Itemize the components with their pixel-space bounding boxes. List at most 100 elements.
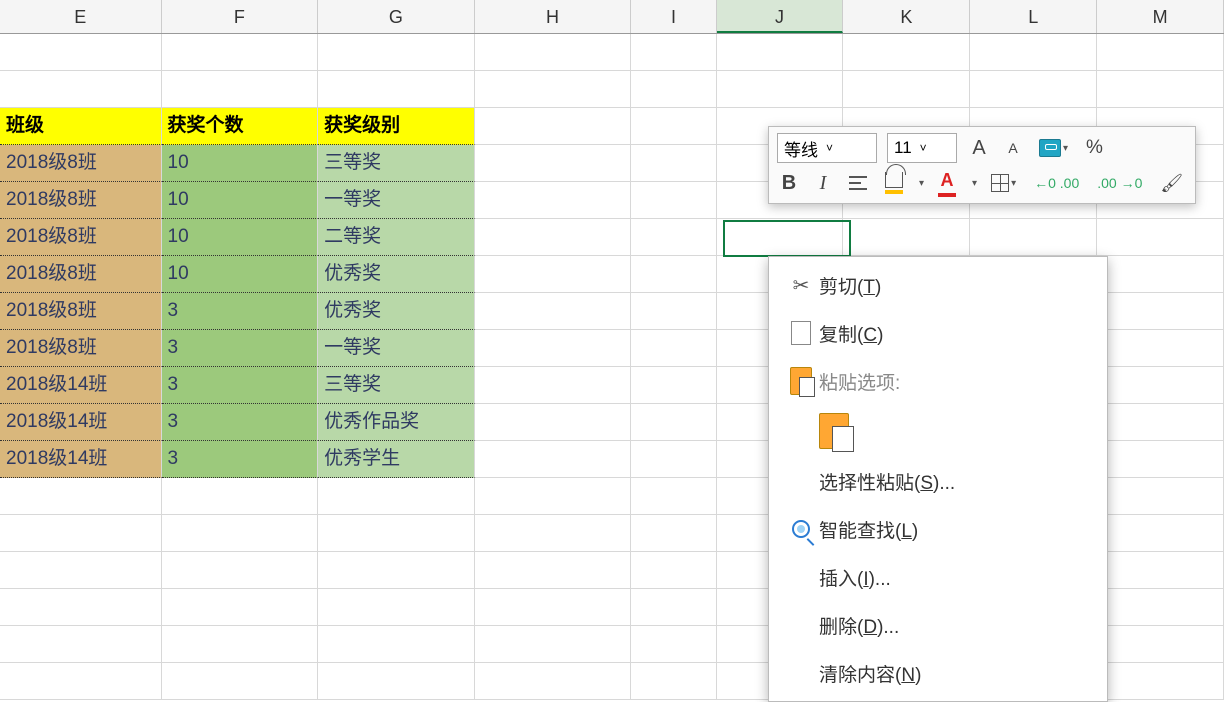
cell[interactable] [0,589,162,626]
cell[interactable] [631,219,716,256]
cell[interactable] [631,256,716,293]
cell[interactable] [475,515,632,552]
cell[interactable] [475,441,632,478]
font-name-select[interactable]: 等线 ˅ [777,133,877,163]
increase-font-button[interactable] [967,134,991,162]
cell[interactable] [475,108,632,145]
cell-level[interactable]: 二等奖 [318,219,475,256]
menu-clear-contents[interactable]: 清除内容(N) [769,649,1107,697]
cell-class[interactable]: 2018级14班 [0,367,162,404]
cell[interactable] [0,515,162,552]
cell[interactable] [631,441,716,478]
cell-count[interactable]: 10 [162,182,319,219]
cell[interactable] [162,663,319,700]
cell[interactable] [318,34,475,71]
cell-level[interactable]: 一等奖 [318,330,475,367]
decrease-decimal-button[interactable]: .00 →0 [1093,169,1146,197]
table-header-level[interactable]: 获奖级别 [318,108,475,145]
cell-count[interactable]: 3 [162,293,319,330]
cell[interactable] [717,219,844,256]
col-header-F[interactable]: F [162,0,319,33]
col-header-L[interactable]: L [970,0,1097,33]
menu-smart-lookup[interactable]: 智能查找(L) [769,505,1107,553]
menu-cut[interactable]: 剪切(T) [769,261,1107,309]
cell-count[interactable]: 3 [162,404,319,441]
cell[interactable] [0,71,162,108]
cell[interactable] [631,293,716,330]
cell[interactable] [631,404,716,441]
cell[interactable] [843,219,970,256]
cell-count[interactable]: 10 [162,219,319,256]
cell[interactable] [1097,34,1224,71]
col-header-I[interactable]: I [631,0,716,33]
menu-copy[interactable]: 复制(C) [769,309,1107,357]
cell[interactable] [970,219,1097,256]
cell[interactable] [475,256,632,293]
cell[interactable] [1097,404,1224,441]
cell-count[interactable]: 3 [162,441,319,478]
cell-count[interactable]: 3 [162,330,319,367]
cell[interactable] [475,71,632,108]
cell[interactable] [631,145,716,182]
percent-button[interactable]: % [1082,134,1107,162]
cell[interactable] [318,552,475,589]
cell-level[interactable]: 三等奖 [318,145,475,182]
cell[interactable] [0,478,162,515]
cell-class[interactable]: 2018级14班 [0,441,162,478]
cell[interactable] [631,71,716,108]
cell[interactable] [1097,330,1224,367]
cell[interactable] [475,367,632,404]
cell-count[interactable]: 3 [162,367,319,404]
cell-class[interactable]: 2018级8班 [0,145,162,182]
decrease-font-button[interactable] [1001,134,1025,162]
cell[interactable] [0,626,162,663]
col-header-G[interactable]: G [318,0,475,33]
menu-paste-special[interactable]: 选择性粘贴(S)... [769,457,1107,505]
cell-class[interactable]: 2018级8班 [0,182,162,219]
accounting-format-button[interactable]: ▾ [1035,134,1072,162]
cell[interactable] [631,663,716,700]
cell[interactable] [631,626,716,663]
cell[interactable] [0,552,162,589]
cell[interactable] [475,626,632,663]
cell-level[interactable]: 优秀作品奖 [318,404,475,441]
cell[interactable] [631,589,716,626]
font-color-button[interactable]: A [934,169,960,197]
cell[interactable] [1097,71,1224,108]
cell[interactable] [162,34,319,71]
cell-count[interactable]: 10 [162,145,319,182]
cell-level[interactable]: 一等奖 [318,182,475,219]
cell[interactable] [162,552,319,589]
cell[interactable] [843,34,970,71]
col-header-M[interactable]: M [1097,0,1224,33]
increase-decimal-button[interactable]: ←0 .00 [1030,169,1083,197]
cell[interactable] [475,404,632,441]
cell[interactable] [843,71,970,108]
cell-class[interactable]: 2018级8班 [0,330,162,367]
cell[interactable] [475,330,632,367]
cell[interactable] [1097,441,1224,478]
italic-button[interactable]: I [811,169,835,197]
cell[interactable] [1097,367,1224,404]
col-header-E[interactable]: E [0,0,162,33]
cell-level[interactable]: 三等奖 [318,367,475,404]
cell[interactable] [1097,626,1224,663]
cell-class[interactable]: 2018级8班 [0,219,162,256]
fill-color-button[interactable] [881,169,907,197]
cell[interactable] [318,515,475,552]
cell[interactable] [162,626,319,663]
cell[interactable] [318,478,475,515]
cell[interactable] [1097,663,1224,700]
cell-level[interactable]: 优秀学生 [318,441,475,478]
cell[interactable] [475,34,632,71]
cell[interactable] [1097,219,1224,256]
menu-paste-option-default[interactable] [769,405,1107,457]
cell-class[interactable]: 2018级8班 [0,256,162,293]
cell[interactable] [475,219,632,256]
cell[interactable] [0,34,162,71]
align-button[interactable] [845,169,871,197]
cell[interactable] [631,182,716,219]
cell[interactable] [1097,256,1224,293]
chevron-down-icon[interactable]: ▾ [919,178,924,189]
cell[interactable] [475,182,632,219]
